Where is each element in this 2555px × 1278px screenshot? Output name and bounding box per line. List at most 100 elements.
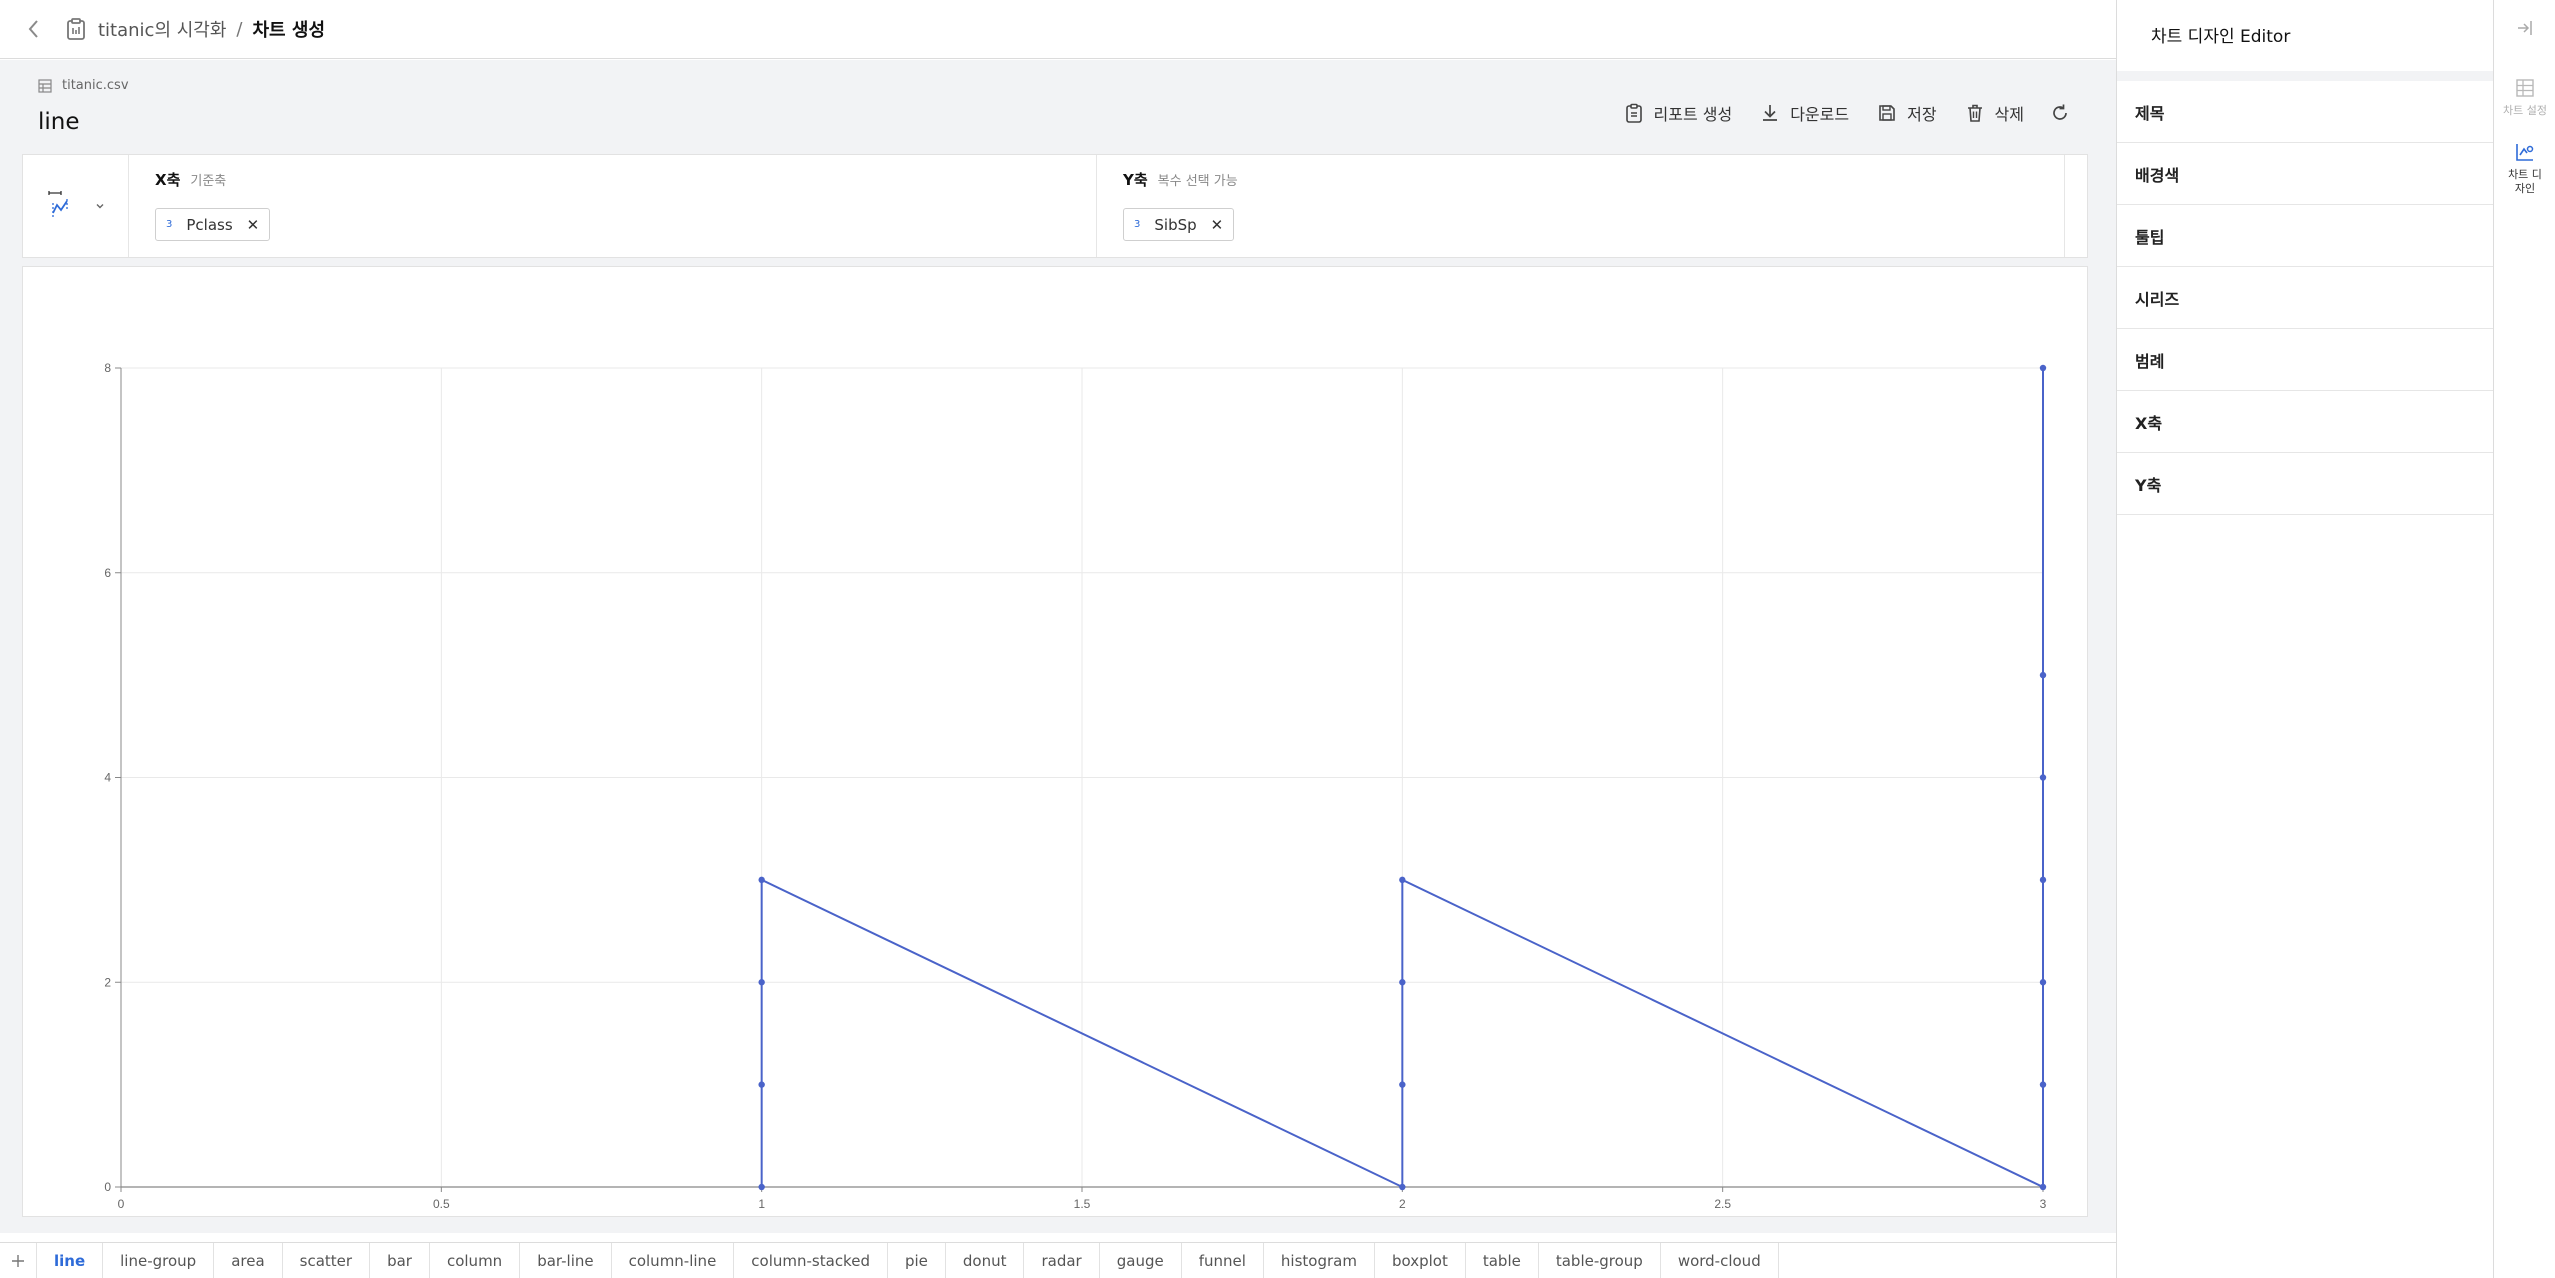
download-label: 다운로드 — [1790, 105, 1850, 124]
breadcrumb-separator: / — [236, 18, 243, 40]
tab-pie[interactable]: pie — [886, 1243, 945, 1278]
back-button[interactable] — [22, 17, 46, 41]
create-report-button[interactable]: 리포트 생성 — [1624, 101, 1733, 125]
breadcrumb-current: 차트 생성 — [252, 20, 326, 41]
save-button[interactable]: 저장 — [1877, 101, 1937, 125]
y-tick-label: 2 — [104, 975, 111, 989]
tab-bar-line[interactable]: bar-line — [519, 1243, 610, 1278]
refresh-button[interactable] — [2050, 103, 2070, 123]
x-tick-label: 0.5 — [433, 1197, 450, 1211]
delete-label: 삭제 — [1994, 105, 2024, 124]
data-point — [2039, 1183, 2047, 1191]
data-point — [2039, 876, 2047, 884]
chart-type-tabbar: line line-group area scatter bar column bar-li… — [0, 1242, 2116, 1278]
data-point — [758, 979, 765, 986]
chip-type-badge: 3 — [166, 219, 173, 230]
editor-section-2[interactable]: 배경색 — [2117, 143, 2493, 205]
data-point — [758, 1183, 765, 1191]
y-tick-label: 0 — [104, 1180, 111, 1194]
download-button[interactable]: 다운로드 — [1760, 101, 1849, 125]
rail-chart-design-label: 차트 디자인 — [2508, 168, 2542, 195]
tab-table-group[interactable]: table-group — [1537, 1243, 1660, 1278]
file-name-row: titanic.csv — [38, 78, 129, 93]
editor-title: 차트 디자인 Editor — [2151, 27, 2291, 47]
tab-radar[interactable]: radar — [1023, 1243, 1098, 1278]
breadcrumb: titanic의 시각화 / 차트 생성 — [64, 16, 325, 42]
editor-section-1[interactable]: 제목 — [2117, 81, 2493, 143]
x-tick-label: 2.5 — [1714, 1197, 1731, 1211]
clipboard-icon — [1625, 103, 1642, 123]
tab-scatter[interactable]: scatter — [281, 1243, 369, 1278]
data-point — [2039, 1081, 2047, 1088]
x-axis-config: X축 기준축 3 Pclass ✕ — [129, 155, 1097, 257]
y-tick-label: 4 — [104, 771, 111, 785]
top-header: titanic의 시각화 / 차트 생성 — [0, 0, 2116, 59]
main-area: titanic.csv line 리포트 생성 다운로드 저장 삭제 X축 기준… — [0, 60, 2116, 1233]
x-tick-label: 1.5 — [1074, 1197, 1091, 1211]
file-name: titanic.csv — [62, 78, 129, 93]
tab-donut[interactable]: donut — [944, 1243, 1024, 1278]
page-title: line — [38, 109, 80, 135]
tab-line-group[interactable]: line-group — [102, 1243, 213, 1278]
x-tick-label: 2 — [1399, 1197, 1406, 1211]
tab-boxplot[interactable]: boxplot — [1373, 1243, 1465, 1278]
x-axis-chip[interactable]: 3 Pclass ✕ — [155, 208, 271, 241]
tab-column-stacked[interactable]: column-stacked — [733, 1243, 887, 1278]
y-axis-subtitle: 복수 선택 가능 — [1157, 174, 1238, 189]
editor-section-5[interactable]: 범례 — [2117, 329, 2493, 391]
tab-table[interactable]: table — [1464, 1243, 1538, 1278]
rail-chart-settings[interactable]: 차트 설정 — [2494, 78, 2555, 118]
x-axis-chip-label: Pclass — [186, 215, 233, 234]
data-point — [1399, 1081, 1406, 1088]
rail-chart-settings-label: 차트 설정 — [2503, 104, 2547, 117]
tab-line[interactable]: line — [36, 1243, 102, 1278]
y-tick-label: 8 — [104, 361, 111, 375]
chevron-left-icon — [28, 20, 38, 38]
chart-type-picker[interactable] — [23, 155, 129, 257]
y-axis-config: Y축 복수 선택 가능 3 SibSp ✕ — [1097, 155, 2065, 257]
collapse-panel-icon[interactable] — [2515, 18, 2535, 38]
close-icon[interactable]: ✕ — [1211, 216, 1224, 234]
tab-funnel[interactable]: funnel — [1180, 1243, 1263, 1278]
tab-column-line[interactable]: column-line — [610, 1243, 734, 1278]
data-point — [2039, 979, 2047, 986]
clipboard-icon — [67, 18, 85, 40]
save-label: 저장 — [1907, 105, 1937, 124]
y-axis-chip[interactable]: 3 SibSp ✕ — [1123, 208, 1235, 241]
x-axis-title: X축 — [155, 171, 181, 189]
x-tick-label: 1 — [758, 1197, 765, 1211]
editor-section-7[interactable]: Y축 — [2117, 453, 2493, 515]
tab-gauge[interactable]: gauge — [1098, 1243, 1181, 1278]
side-rail: 차트 설정 차트 디자인 — [2493, 0, 2555, 1278]
table-icon — [2516, 79, 2534, 97]
tab-bar[interactable]: bar — [369, 1243, 429, 1278]
data-point — [758, 876, 765, 884]
trash-icon — [1967, 104, 1982, 122]
delete-button[interactable]: 삭제 — [1965, 101, 2024, 125]
table-icon — [38, 78, 52, 93]
create-report-label: 리포트 생성 — [1653, 105, 1733, 124]
chip-type-badge: 3 — [1134, 219, 1141, 230]
action-toolbar: 리포트 생성 다운로드 저장 삭제 — [1596, 101, 2070, 125]
tab-histogram[interactable]: histogram — [1262, 1243, 1374, 1278]
editor-divider — [2117, 71, 2493, 81]
chart-config-panel: X축 기준축 3 Pclass ✕ Y축 복수 선택 가능 3 SibSp ✕ — [22, 154, 2088, 258]
close-icon[interactable]: ✕ — [247, 216, 260, 234]
plus-icon — [12, 1254, 24, 1267]
editor-section-4[interactable]: 시리즈 — [2117, 267, 2493, 329]
rail-chart-design[interactable]: 차트 디자인 — [2494, 142, 2555, 196]
add-tab-button[interactable] — [0, 1243, 36, 1278]
data-point — [1399, 1183, 1406, 1191]
y-tick-label: 6 — [104, 566, 111, 580]
refresh-icon — [2053, 104, 2067, 120]
chart-design-icon — [2516, 144, 2534, 161]
editor-section-3[interactable]: 툴팁 — [2117, 205, 2493, 267]
tab-column[interactable]: column — [428, 1243, 519, 1278]
editor-section-6[interactable]: X축 — [2117, 391, 2493, 453]
data-point — [2039, 774, 2047, 781]
line-chart-type-icon — [47, 191, 68, 217]
tab-area[interactable]: area — [213, 1243, 281, 1278]
x-tick-label: 0 — [118, 1197, 125, 1211]
tab-word-cloud[interactable]: word-cloud — [1659, 1243, 1779, 1278]
breadcrumb-parent[interactable]: titanic의 시각화 — [98, 16, 226, 42]
